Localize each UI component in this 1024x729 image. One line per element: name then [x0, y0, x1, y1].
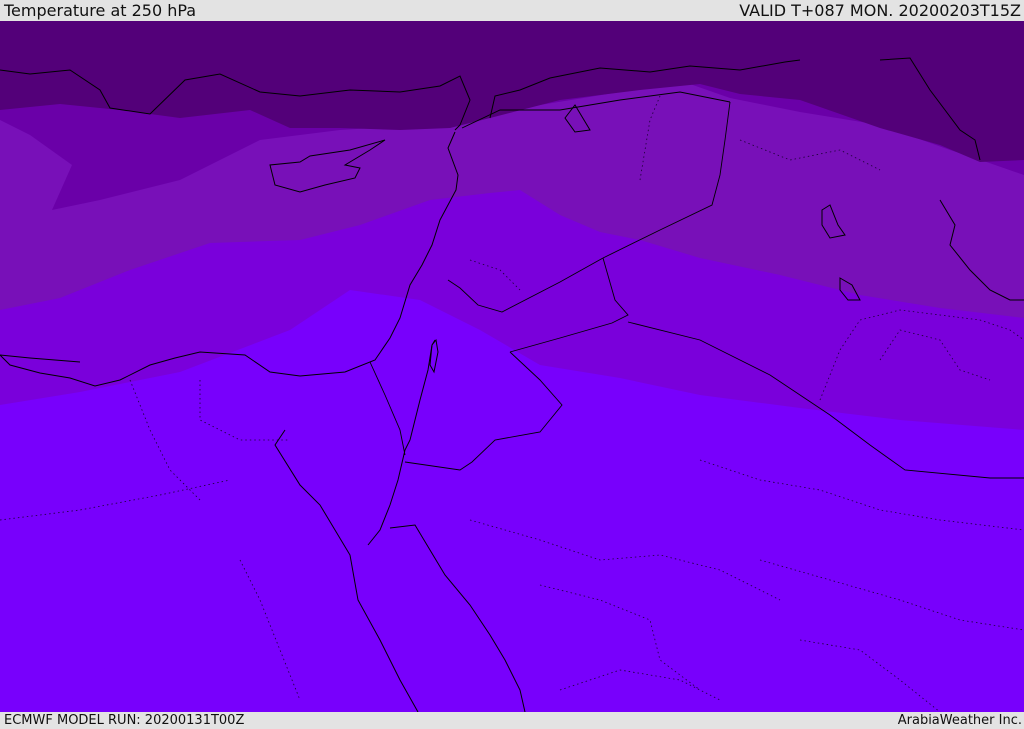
weather-map-page: Temperature at 250 hPa VALID T+087 MON. …: [0, 0, 1024, 729]
map-header: Temperature at 250 hPa VALID T+087 MON. …: [0, 0, 1024, 21]
valid-time: VALID T+087 MON. 20200203T15Z: [739, 1, 1021, 20]
temperature-map: [0, 21, 1024, 712]
map-footer: ECMWF MODEL RUN: 20200131T00Z ArabiaWeat…: [0, 712, 1024, 729]
model-run: ECMWF MODEL RUN: 20200131T00Z: [4, 713, 245, 728]
map-title: Temperature at 250 hPa: [4, 1, 197, 20]
credit-text: ArabiaWeather Inc.: [897, 713, 1022, 728]
